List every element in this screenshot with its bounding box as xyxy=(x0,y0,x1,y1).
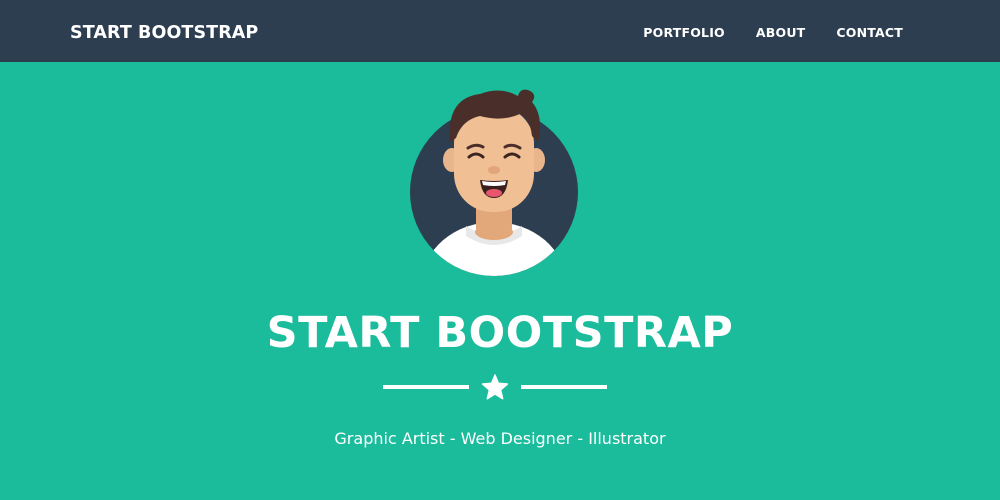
hero-subtitle: Graphic Artist - Web Designer - Illustra… xyxy=(334,429,666,448)
nav-link-portfolio[interactable]: PORTFOLIO xyxy=(643,24,725,42)
nav-link-about[interactable]: ABOUT xyxy=(756,24,806,42)
hero-title: START BOOTSTRAP xyxy=(266,308,734,358)
nav-links: PORTFOLIO ABOUT CONTACT xyxy=(643,24,903,42)
star-icon xyxy=(481,374,509,400)
nav-link-contact[interactable]: CONTACT xyxy=(836,24,903,42)
brand-link[interactable]: START BOOTSTRAP xyxy=(70,21,258,45)
divider xyxy=(383,374,607,400)
avatar xyxy=(410,89,578,276)
navbar: START BOOTSTRAP PORTFOLIO ABOUT CONTACT xyxy=(0,0,1000,62)
